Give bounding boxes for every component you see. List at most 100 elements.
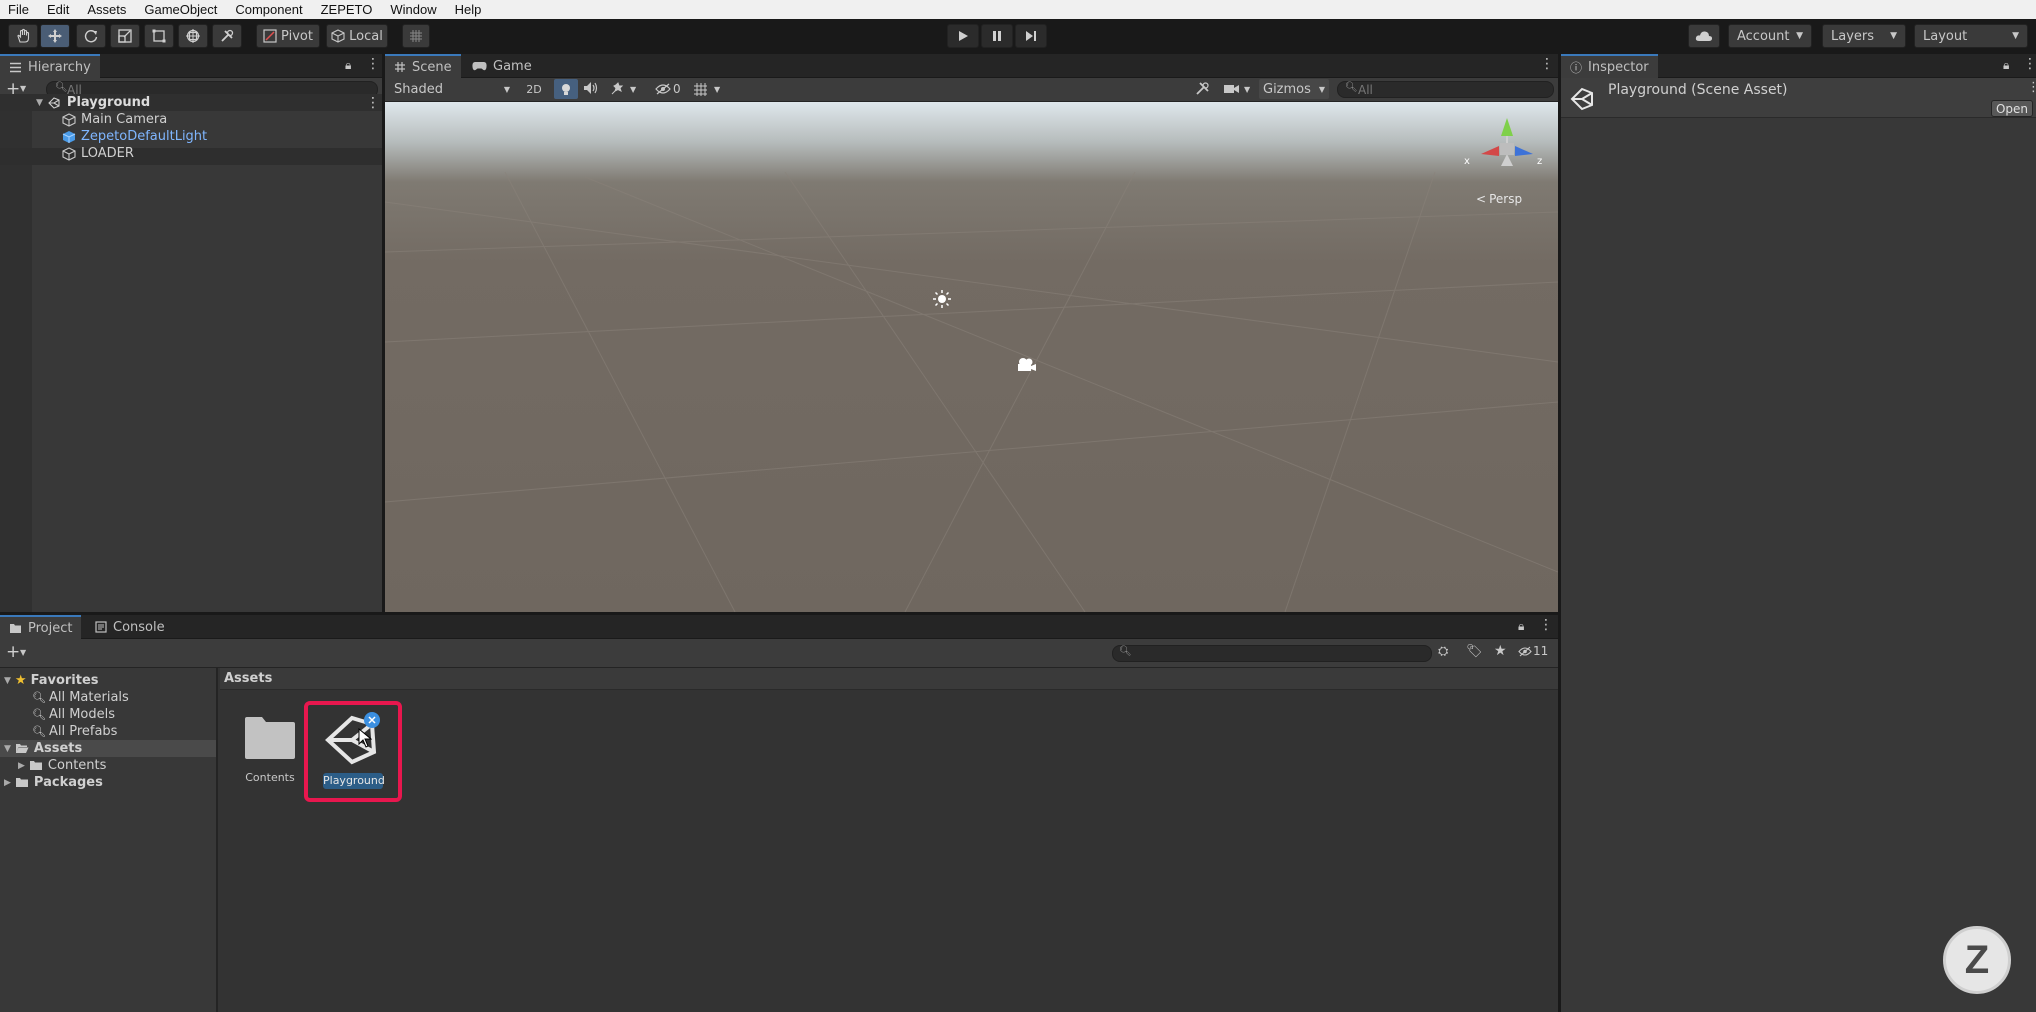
play-button[interactable] (947, 24, 979, 48)
expand-arrow-icon[interactable]: ▼ (36, 98, 43, 108)
zepeto-watermark-logo: Z (1943, 926, 2011, 994)
favorite-item-all-models[interactable]: 🔍︎ All Models (0, 706, 115, 723)
rotate-tool-button[interactable] (76, 24, 106, 48)
grid-snap-button[interactable] (402, 24, 430, 48)
step-icon (1026, 31, 1036, 41)
chevron-down-icon[interactable]: ▼ (20, 648, 26, 657)
tab-hierarchy[interactable]: Hierarchy (0, 54, 100, 78)
local-toggle-button[interactable]: Local (326, 24, 388, 48)
play-icon (959, 31, 968, 41)
gizmos-dropdown[interactable]: Gizmos ▼ (1259, 79, 1329, 99)
assets-folder-row[interactable]: ▼ Assets (0, 740, 216, 757)
project-search-input[interactable]: 🔍︎ (1112, 645, 1432, 662)
mouse-cursor-icon (358, 728, 372, 748)
favorite-item-all-prefabs[interactable]: 🔍︎ All Prefabs (0, 723, 117, 740)
grid-snap-icon (410, 30, 422, 42)
expand-arrow-icon[interactable]: ▼ (4, 676, 11, 686)
hidden-packages-toggle[interactable]: 11 (1518, 644, 1548, 658)
chevron-down-icon[interactable]: ▼ (20, 84, 26, 93)
light-gizmo-icon[interactable] (932, 289, 952, 309)
camera-gizmo-icon[interactable] (1015, 356, 1037, 374)
tab-console[interactable]: Console (86, 615, 174, 639)
kebab-menu-icon[interactable]: ⋮ (366, 56, 380, 72)
menu-edit[interactable]: Edit (47, 2, 69, 17)
create-asset-button[interactable]: + (6, 642, 20, 662)
lock-icon[interactable]: 🔒︎ (345, 58, 351, 73)
menu-zepeto[interactable]: ZEPETO (321, 2, 373, 17)
favorites-row[interactable]: ▼ ★ Favorites (0, 672, 99, 689)
tab-project[interactable]: Project (0, 615, 82, 639)
open-button-label: Open (1995, 101, 2029, 116)
menu-file[interactable]: File (8, 2, 29, 17)
kebab-menu-icon[interactable]: ⋮ (2023, 56, 2036, 72)
scene-toolbar: Shaded ▼ 2D ▼ 0 ▼ ▼ Gizmos ▼ 🔍︎ All (385, 78, 1558, 102)
gameobject-cube-icon (62, 146, 76, 161)
account-dropdown[interactable]: Account ▼ (1728, 24, 1812, 48)
layers-dropdown[interactable]: Layers ▼ (1822, 24, 1906, 48)
hand-tool-button[interactable] (8, 24, 38, 48)
transform-tool-icon (186, 29, 200, 43)
scene-tools-button[interactable] (1195, 81, 1215, 97)
packages-folder-row[interactable]: ▶ Packages (0, 774, 103, 791)
tab-game[interactable]: Game (463, 54, 541, 78)
asset-item-playground[interactable]: Playground (312, 710, 394, 796)
tools-icon (1196, 82, 1209, 95)
orientation-gizmo[interactable] (1467, 110, 1547, 182)
tab-scene[interactable]: Scene (385, 54, 461, 78)
hierarchy-scene-row[interactable]: ▼ Playground ⋮ (0, 94, 382, 111)
hidden-objects-toggle[interactable]: 0 (655, 81, 689, 97)
favorite-item-all-materials[interactable]: 🔍︎ All Materials (0, 689, 129, 706)
hierarchy-item-loader[interactable]: LOADER (0, 145, 134, 162)
layout-dropdown[interactable]: Layout ▼ (1914, 24, 2028, 48)
asset-item-contents[interactable]: Contents (238, 716, 302, 788)
grid-visibility-dropdown[interactable]: ▼ (693, 81, 733, 97)
toggle-2d-button[interactable]: 2D (519, 79, 549, 99)
projection-toggle[interactable]: < Persp (1476, 192, 1522, 206)
menu-assets[interactable]: Assets (87, 2, 126, 17)
expand-arrow-icon[interactable]: ▼ (4, 744, 11, 754)
perspective-icon: < (1476, 192, 1487, 206)
scene-search-input[interactable]: 🔍︎ All (1337, 81, 1554, 98)
gizmos-label: Gizmos (1263, 81, 1311, 97)
menu-component[interactable]: Component (235, 2, 302, 17)
shading-mode-dropdown[interactable]: Shaded ▼ (389, 79, 515, 99)
hierarchy-item-zepeto-light[interactable]: ZepetoDefaultLight (0, 128, 207, 145)
tag-icon[interactable]: 🏷︎ (1466, 644, 1483, 659)
contents-folder-row[interactable]: ▶ Contents (0, 757, 106, 774)
kebab-menu-icon[interactable]: ⋮ (1539, 617, 1553, 633)
menu-window[interactable]: Window (390, 2, 436, 17)
audio-toggle-button[interactable] (583, 81, 603, 97)
move-tool-button[interactable] (40, 24, 70, 48)
search-icon: 🔍︎ (32, 708, 46, 721)
cloud-services-button[interactable] (1688, 24, 1720, 48)
kebab-menu-icon[interactable]: ⋮ (1540, 56, 1554, 72)
pause-button[interactable] (981, 24, 1013, 48)
open-asset-button[interactable]: Open (1991, 100, 2033, 117)
menu-gameobject[interactable]: GameObject (144, 2, 217, 17)
lock-icon[interactable]: 🔒︎ (2003, 58, 2009, 73)
tab-inspector[interactable]: ⓘ Inspector (1561, 54, 1658, 78)
effects-dropdown[interactable]: ▼ (610, 81, 644, 97)
favorite-item-label: All Prefabs (48, 724, 118, 739)
scale-tool-button[interactable] (110, 24, 140, 48)
menu-help[interactable]: Help (455, 2, 482, 17)
hierarchy-item-main-camera[interactable]: Main Camera (0, 111, 167, 128)
lock-icon[interactable]: 🔒︎ (1518, 619, 1524, 634)
breadcrumb[interactable]: Assets (224, 671, 272, 686)
kebab-menu-icon[interactable]: ⋮ (2027, 80, 2036, 95)
step-button[interactable] (1015, 24, 1047, 48)
scene-viewport[interactable]: x z < Persp (385, 102, 1558, 612)
collapse-arrow-icon[interactable]: ▶ (18, 761, 25, 771)
pivot-toggle-button[interactable]: Pivot (256, 24, 320, 48)
folder-icon (245, 717, 295, 759)
custom-tool-button[interactable] (212, 24, 242, 48)
rect-tool-button[interactable] (144, 24, 174, 48)
account-label: Account (1737, 28, 1790, 44)
camera-settings-dropdown[interactable]: ▼ (1223, 81, 1255, 97)
kebab-menu-icon[interactable]: ⋮ (366, 95, 380, 111)
star-icon[interactable]: ★ (1494, 643, 1507, 659)
lighting-toggle-button[interactable] (554, 79, 578, 99)
search-by-type-icon[interactable]: ⛭ (1438, 644, 1448, 659)
collapse-arrow-icon[interactable]: ▶ (4, 778, 11, 788)
transform-tool-button[interactable] (178, 24, 208, 48)
